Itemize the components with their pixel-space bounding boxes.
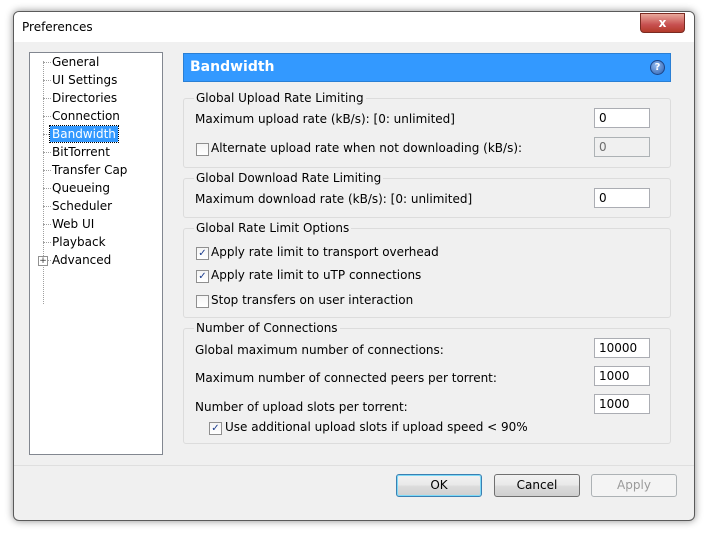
- utp-checkbox[interactable]: ✓: [196, 270, 209, 283]
- utp-label[interactable]: Apply rate limit to uTP connections: [211, 268, 421, 282]
- tree-item-web-ui[interactable]: Web UI: [50, 216, 96, 232]
- download-group-title: Global Download Rate Limiting: [194, 171, 384, 185]
- expand-icon[interactable]: +: [38, 256, 48, 266]
- cancel-button[interactable]: Cancel: [494, 474, 580, 497]
- title-bar[interactable]: Preferences x: [14, 12, 694, 42]
- stop-transfers-checkbox[interactable]: [196, 295, 209, 308]
- close-button[interactable]: x: [640, 13, 685, 33]
- max-upload-input[interactable]: 0: [594, 108, 650, 128]
- preferences-window: Preferences x General UI Settings Direct…: [13, 11, 695, 521]
- max-download-input[interactable]: 0: [594, 188, 650, 208]
- alt-upload-input[interactable]: 0: [594, 137, 650, 157]
- alt-upload-checkbox[interactable]: [196, 143, 209, 156]
- tree-item-queueing[interactable]: Queueing: [50, 180, 112, 196]
- tree-item-bandwidth[interactable]: Bandwidth: [49, 125, 119, 143]
- connections-group-title: Number of Connections: [194, 321, 340, 335]
- tree-item-playback[interactable]: Playback: [50, 234, 108, 250]
- peers-per-torrent-input[interactable]: 1000: [594, 366, 650, 386]
- tree-item-transfer-cap[interactable]: Transfer Cap: [50, 162, 129, 178]
- rate-options-group: Global Rate Limit Options ✓ Apply rate l…: [183, 221, 671, 318]
- alt-upload-label[interactable]: Alternate upload rate when not downloadi…: [211, 141, 522, 155]
- tree-item-advanced[interactable]: Advanced: [50, 252, 113, 268]
- rate-options-group-title: Global Rate Limit Options: [194, 221, 352, 235]
- category-tree[interactable]: General UI Settings Directories Connecti…: [29, 52, 163, 455]
- upload-group: Global Upload Rate Limiting Maximum uplo…: [183, 91, 671, 168]
- upload-slots-label: Number of upload slots per torrent:: [195, 400, 408, 414]
- download-group: Global Download Rate Limiting Maximum do…: [183, 171, 671, 218]
- transport-overhead-checkbox[interactable]: ✓: [196, 247, 209, 260]
- apply-button[interactable]: Apply: [591, 474, 677, 497]
- close-icon: x: [658, 16, 667, 30]
- window-title: Preferences: [22, 20, 93, 34]
- connections-group: Number of Connections Global maximum num…: [183, 321, 671, 444]
- transport-overhead-label[interactable]: Apply rate limit to transport overhead: [211, 245, 439, 259]
- tree-item-connection[interactable]: Connection: [50, 108, 122, 124]
- footer-divider: [14, 465, 694, 466]
- section-title: Bandwidth: [190, 59, 275, 75]
- upload-group-title: Global Upload Rate Limiting: [194, 91, 366, 105]
- max-upload-label: Maximum upload rate (kB/s): [0: unlimite…: [195, 112, 455, 126]
- extra-slots-label[interactable]: Use additional upload slots if upload sp…: [225, 420, 528, 434]
- tree-item-bittorrent[interactable]: BitTorrent: [50, 144, 112, 160]
- stop-transfers-label[interactable]: Stop transfers on user interaction: [211, 293, 413, 307]
- tree-item-ui-settings[interactable]: UI Settings: [50, 72, 119, 88]
- peers-per-torrent-label: Maximum number of connected peers per to…: [195, 371, 497, 385]
- tree-item-directories[interactable]: Directories: [50, 90, 119, 106]
- ok-button[interactable]: OK: [396, 474, 482, 497]
- tree-item-general[interactable]: General: [50, 54, 101, 70]
- global-connections-label: Global maximum number of connections:: [195, 343, 444, 357]
- global-connections-input[interactable]: 10000: [594, 338, 650, 358]
- extra-slots-checkbox[interactable]: ✓: [209, 422, 222, 435]
- max-download-label: Maximum download rate (kB/s): [0: unlimi…: [195, 192, 473, 206]
- upload-slots-input[interactable]: 1000: [594, 394, 650, 414]
- section-header: Bandwidth ?: [183, 53, 671, 82]
- tree-item-scheduler[interactable]: Scheduler: [50, 198, 114, 214]
- help-icon[interactable]: ?: [650, 60, 665, 75]
